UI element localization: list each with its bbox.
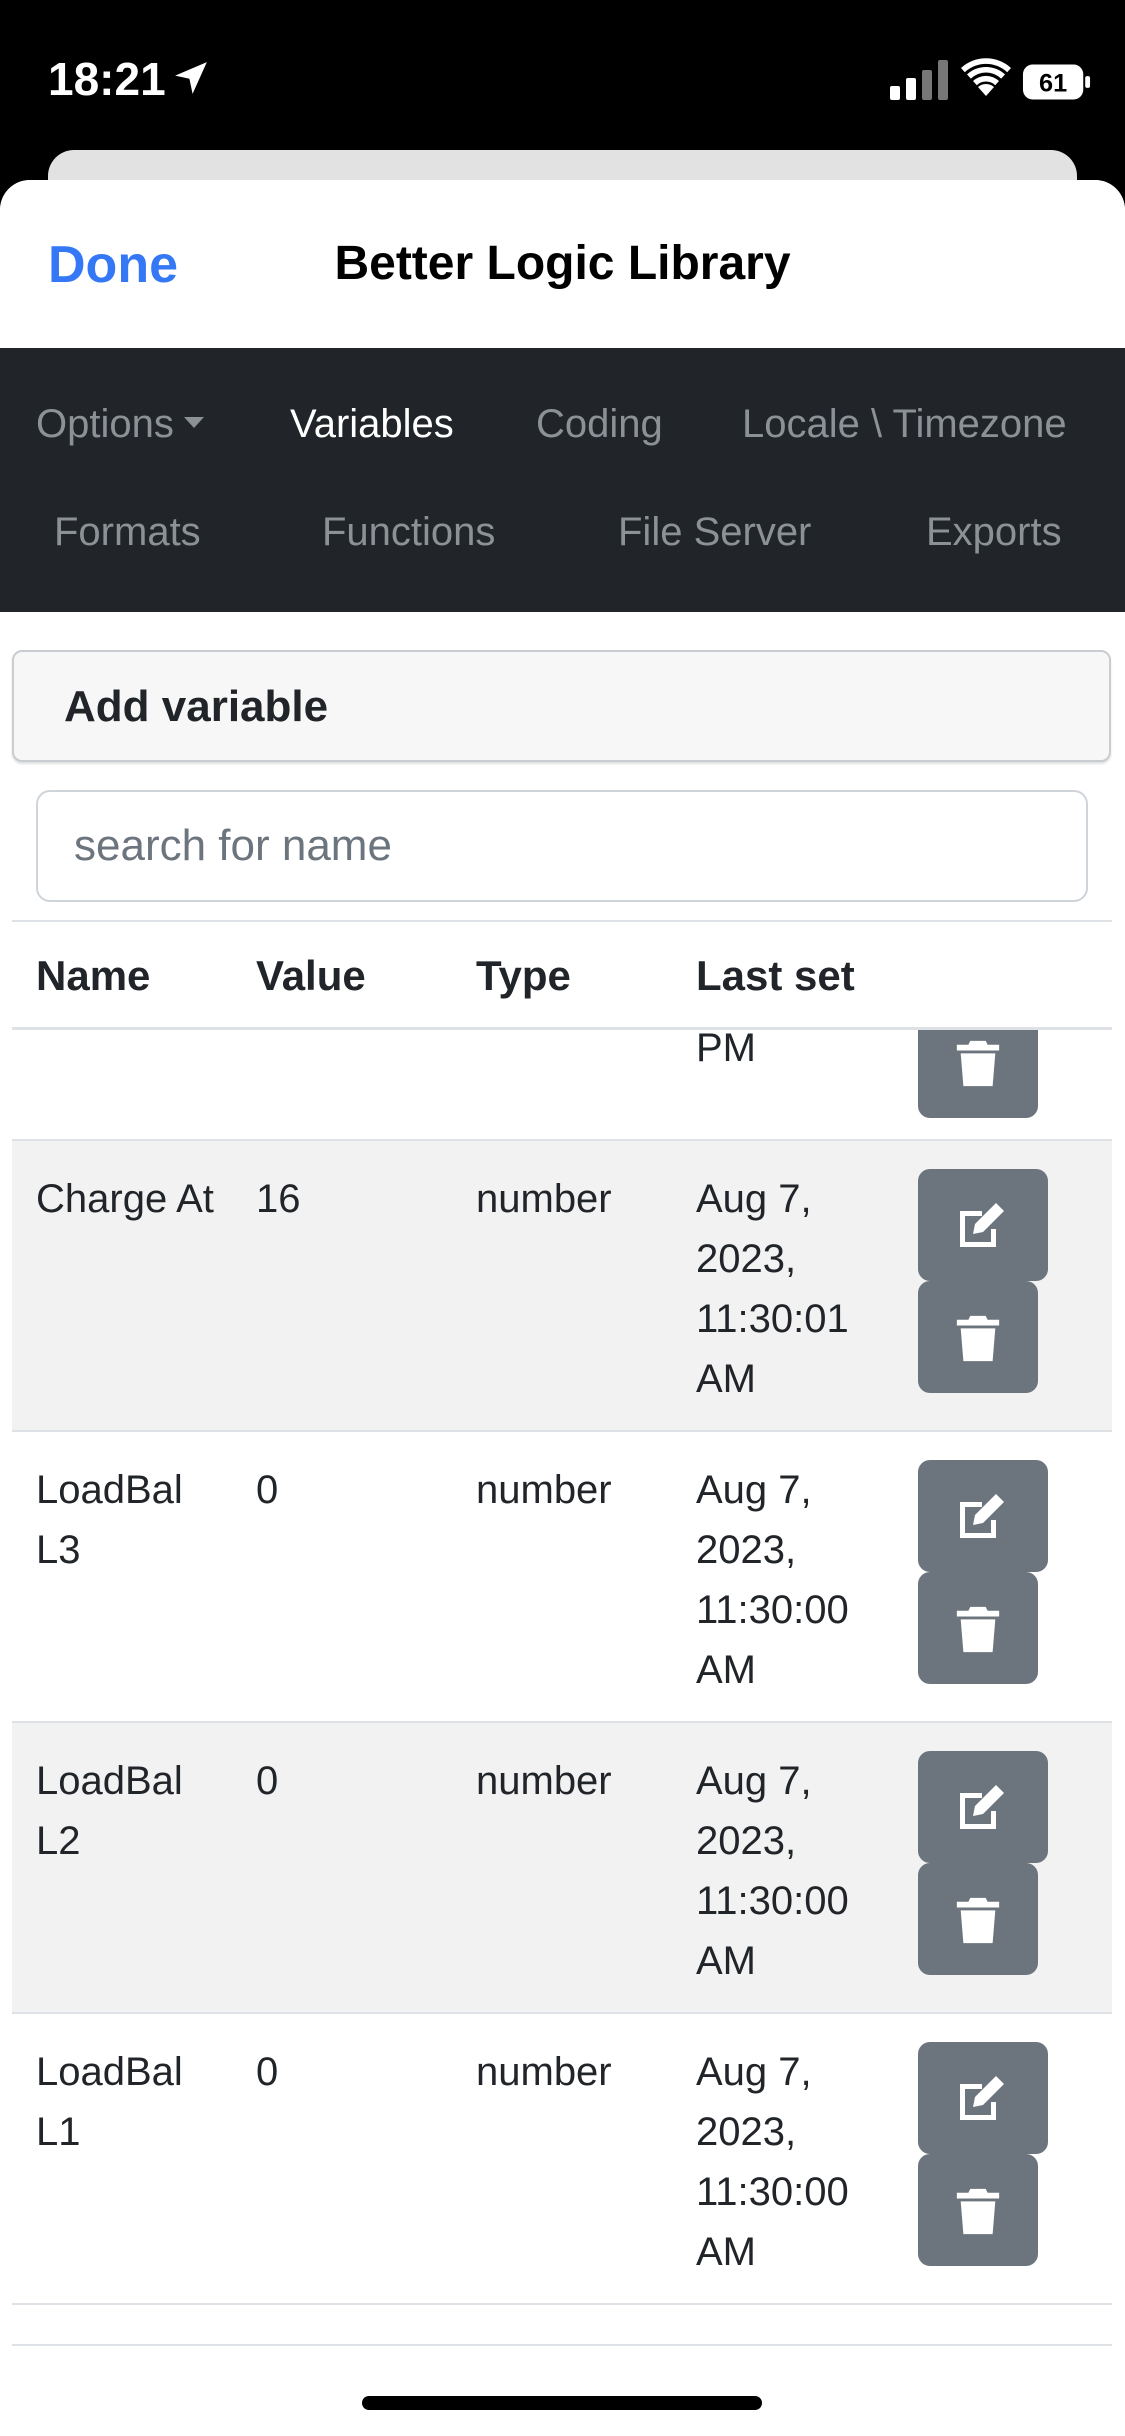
- cell-name: LoadBal L3: [36, 1468, 183, 1572]
- nav-item-file-server[interactable]: File Server: [618, 510, 811, 555]
- nav-item-exports[interactable]: Exports: [926, 510, 1062, 555]
- edit-button[interactable]: [918, 2042, 1048, 2154]
- cell-last-set: Aug 7, 2023, 11:30:00 AM: [696, 2050, 849, 2274]
- nav-options-dropdown[interactable]: Options: [36, 402, 204, 447]
- trash-icon: [956, 1897, 1000, 1944]
- sheet-header: Better Logic Library Done: [0, 180, 1125, 348]
- battery-icon: 61: [1022, 64, 1091, 100]
- search-input[interactable]: [36, 790, 1088, 902]
- cellular-signal-icon: [890, 60, 948, 100]
- cell-type: number: [476, 1177, 612, 1221]
- nav-item-functions[interactable]: Functions: [322, 510, 495, 555]
- column-header-name: Name: [36, 952, 151, 999]
- cell-name: Charge At: [36, 1177, 214, 1221]
- nav-item-coding[interactable]: Coding: [536, 402, 663, 447]
- add-variable-button[interactable]: Add variable: [12, 650, 1111, 762]
- nav-item-variables[interactable]: Variables: [290, 402, 454, 447]
- cell-type: number: [476, 1759, 612, 1803]
- table-body: 2023 2:00:00 PM Charge At 16 number Aug …: [12, 922, 1112, 2305]
- edit-icon: [960, 1785, 1004, 1829]
- table-row: LoadBal L2 0 number Aug 7, 2023, 11:30:0…: [12, 1723, 1112, 2014]
- modal-sheet: Better Logic Library Done Options Variab…: [0, 180, 1125, 2436]
- delete-button[interactable]: [918, 1572, 1038, 1684]
- variables-table: Name Value Type Last set 2023 2:00:00 PM…: [12, 920, 1112, 2346]
- cell-name: LoadBal L2: [36, 1759, 183, 1863]
- delete-button[interactable]: [918, 1863, 1038, 1975]
- cell-last-set: Aug 7, 2023, 11:30:00 AM: [696, 1759, 849, 1983]
- delete-button[interactable]: [918, 1281, 1038, 1393]
- cell-value: 0: [256, 2050, 279, 2094]
- navbar: Options Variables Coding Locale \ Timezo…: [0, 348, 1125, 612]
- edit-icon: [960, 1494, 1004, 1538]
- delete-button[interactable]: [918, 2154, 1038, 2266]
- status-bar: 18:21 61: [0, 0, 1125, 150]
- table-row: Charge At 16 number Aug 7, 2023, 11:30:0…: [12, 1141, 1112, 1432]
- cell-type: number: [476, 2050, 612, 2094]
- cell-name: LoadBal L1: [36, 2050, 183, 2154]
- trash-icon: [956, 1315, 1000, 1362]
- variables-panel: Add variable Name Value Type Last set 20…: [0, 612, 1125, 2436]
- nav-options-label: Options: [36, 402, 174, 446]
- edit-button[interactable]: [918, 1460, 1048, 1572]
- column-header-type: Type: [476, 952, 571, 999]
- table-header: Name Value Type Last set: [12, 922, 1112, 1030]
- nav-item-locale-timezone[interactable]: Locale \ Timezone: [742, 402, 1067, 447]
- edit-button[interactable]: [918, 1169, 1048, 1281]
- cell-value: 0: [256, 1759, 279, 1803]
- cell-last-set: Aug 7, 2023, 11:30:00 AM: [696, 1468, 849, 1692]
- table-row: LoadBal L3 0 number Aug 7, 2023, 11:30:0…: [12, 1432, 1112, 1723]
- trash-icon: [956, 1606, 1000, 1653]
- column-header-value: Value: [256, 952, 366, 999]
- wifi-icon: [961, 58, 1011, 96]
- trash-icon: [956, 2188, 1000, 2235]
- cell-value: 0: [256, 1468, 279, 1512]
- caret-down-icon: [183, 416, 204, 428]
- trash-icon: [956, 1040, 1000, 1087]
- edit-button[interactable]: [918, 1751, 1048, 1863]
- add-variable-label: Add variable: [64, 682, 329, 731]
- edit-icon: [960, 1203, 1004, 1247]
- location-arrow-icon: [175, 62, 207, 94]
- home-indicator[interactable]: [362, 2396, 762, 2410]
- battery-level: 61: [1039, 70, 1067, 98]
- table-row: LoadBal L1 0 number Aug 7, 2023, 11:30:0…: [12, 2014, 1112, 2305]
- done-button[interactable]: Done: [48, 235, 178, 295]
- column-header-last-set: Last set: [696, 952, 855, 999]
- edit-icon: [960, 2076, 1004, 2120]
- cell-last-set: Aug 7, 2023, 11:30:01 AM: [696, 1177, 849, 1401]
- cell-value: 16: [256, 1177, 301, 1221]
- cell-type: number: [476, 1468, 612, 1512]
- status-time: 18:21: [48, 53, 166, 105]
- nav-item-formats[interactable]: Formats: [54, 510, 201, 555]
